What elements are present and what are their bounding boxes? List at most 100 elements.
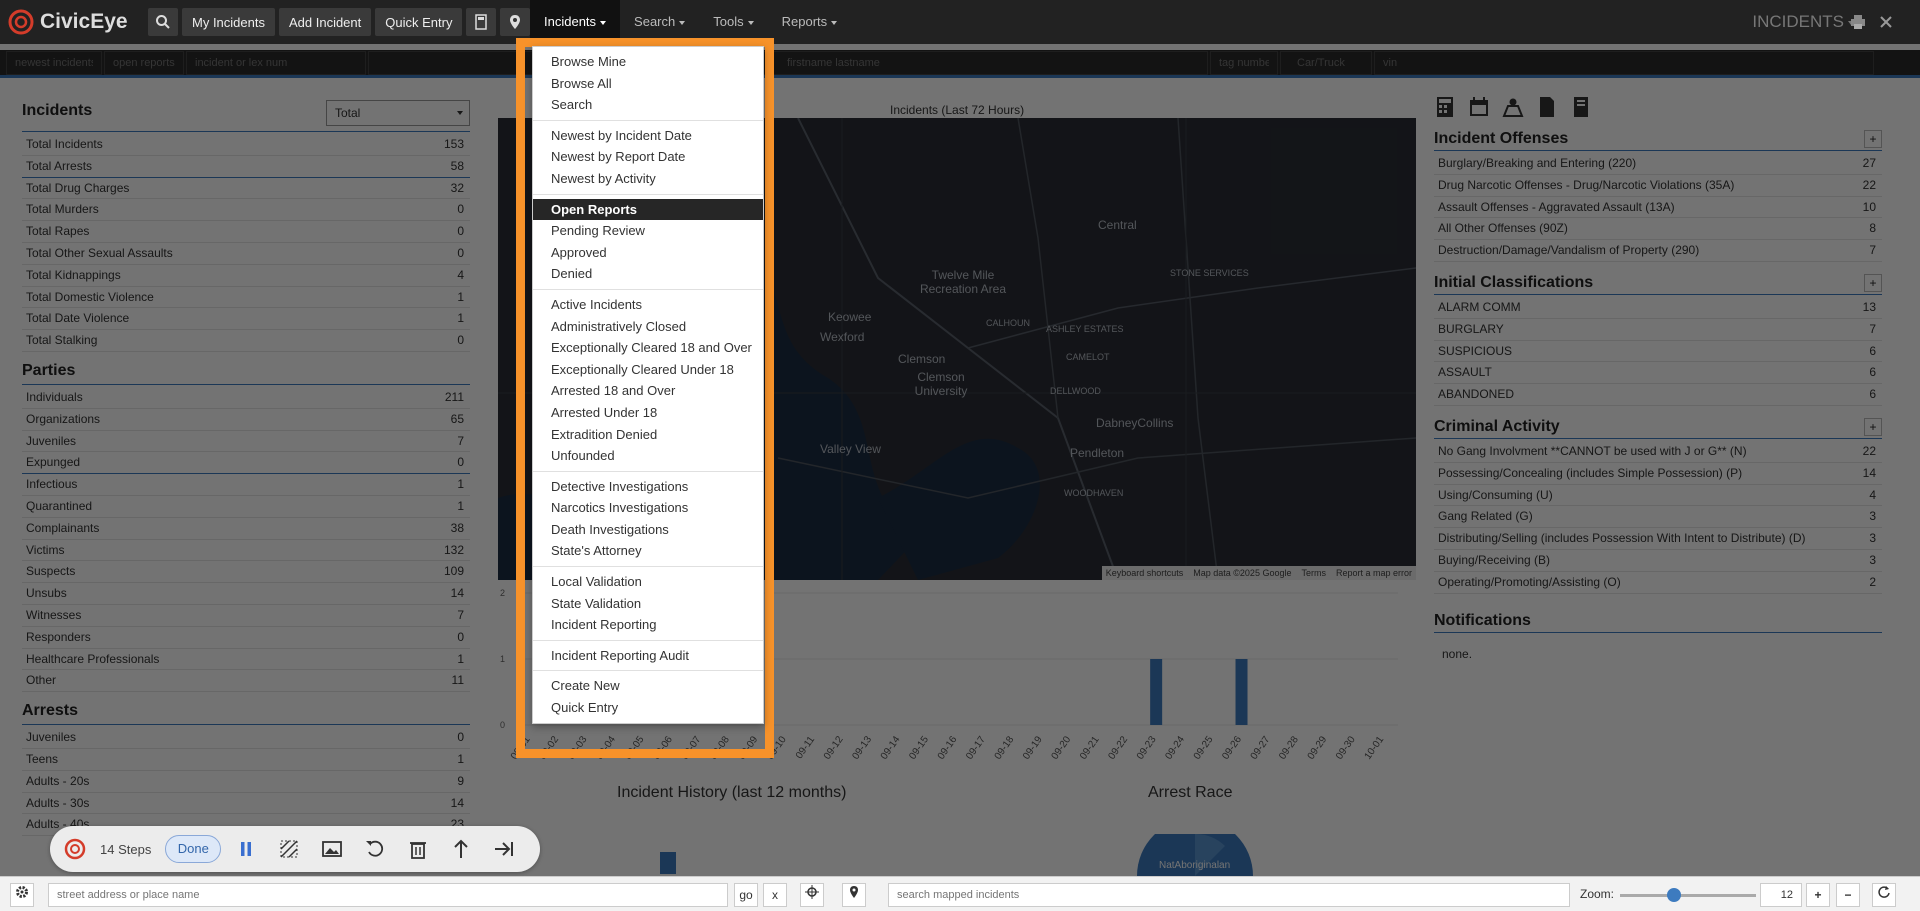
stat-row[interactable]: Teens 1 [22,749,470,771]
vehicle-type-input[interactable] [1280,50,1372,75]
stat-row[interactable]: Adults - 30s 14 [22,793,470,815]
stat-row[interactable]: Individuals 211 [22,387,470,409]
blur-icon[interactable] [278,838,300,860]
stat-row[interactable]: Complainants 38 [22,518,470,540]
stat-row[interactable]: Victims 132 [22,540,470,562]
calculator-icon[interactable] [1434,96,1456,118]
stat-row[interactable]: Organizations 65 [22,409,470,431]
menu-reports[interactable]: Reports [768,0,852,44]
book-icon[interactable] [1570,96,1592,118]
stat-row[interactable]: Operating/Promoting/Assisting (O) 2 [1434,572,1882,594]
marker-button[interactable] [842,883,866,907]
stat-row[interactable]: Other 11 [22,670,470,693]
stat-row[interactable]: Total Domestic Violence 1 [22,287,470,309]
menu-item-newest-by-report-date[interactable]: Newest by Report Date [533,146,763,168]
search-icon-button[interactable] [148,8,178,36]
stat-row[interactable]: Gang Related (G) 3 [1434,506,1882,529]
menu-item-approved[interactable]: Approved [533,242,763,264]
locate-button[interactable] [800,883,824,907]
stat-row[interactable]: Total Date Violence 1 [22,308,470,331]
brand[interactable]: CivicEye [0,9,148,35]
trash-icon[interactable] [407,838,429,860]
stat-row[interactable]: Unsubs 14 [22,583,470,605]
refresh-button[interactable] [1872,883,1896,907]
stat-row[interactable]: Healthcare Professionals 1 [22,649,470,671]
map-marker-button[interactable] [500,8,531,36]
done-button[interactable]: Done [165,835,222,863]
terms-link[interactable]: Terms [1301,566,1326,580]
settings-button[interactable] [10,883,34,907]
menu-item-incident-reporting-audit[interactable]: Incident Reporting Audit [533,645,763,667]
stat-row[interactable]: Total Rapes 0 [22,221,470,243]
add-incident-button[interactable]: Add Incident [278,8,372,36]
vin-input[interactable] [1374,50,1874,75]
menu-search[interactable]: Search [620,0,699,44]
quick-entry-button[interactable]: Quick Entry [375,8,463,36]
menu-item-incident-reporting[interactable]: Incident Reporting [533,614,763,636]
stat-row[interactable]: Responders 0 [22,627,470,649]
zoom-slider[interactable] [1620,888,1756,902]
stat-row[interactable]: Suspects 109 [22,561,470,584]
menu-item-exceptionally-cleared-18-and-over[interactable]: Exceptionally Cleared 18 and Over [533,337,763,359]
stat-row[interactable]: Infectious 1 [22,474,470,496]
newest-incidents-input[interactable] [6,50,102,75]
menu-item-administratively-closed[interactable]: Administratively Closed [533,316,763,338]
menu-item-exceptionally-cleared-under-18[interactable]: Exceptionally Cleared Under 18 [533,359,763,381]
menu-item-extradition-denied[interactable]: Extradition Denied [533,424,763,446]
pause-icon[interactable] [235,838,257,860]
menu-item-newest-by-incident-date[interactable]: Newest by Incident Date [533,125,763,147]
stat-row[interactable]: Total Stalking 0 [22,330,470,352]
stat-row[interactable]: Total Murders 0 [22,199,470,222]
stat-row[interactable]: Quarantined 1 [22,496,470,518]
menu-item-death-investigations[interactable]: Death Investigations [533,519,763,541]
menu-item-newest-by-activity[interactable]: Newest by Activity [533,168,763,190]
expand-classifications-button[interactable]: + [1864,273,1882,292]
stat-row[interactable]: Expunged 0 [22,452,470,475]
undo-icon[interactable] [364,838,386,860]
stat-row[interactable]: Assault Offenses - Aggravated Assault (1… [1434,197,1882,219]
stat-row[interactable]: ASSAULT 6 [1434,362,1882,385]
menu-item-unfounded[interactable]: Unfounded [533,445,763,467]
stat-row[interactable]: Distributing/Selling (includes Possessio… [1434,528,1882,550]
stat-row[interactable]: No Gang Involvment **CANNOT be used with… [1434,441,1882,463]
menu-item-open-reports[interactable]: Open Reports [533,198,763,221]
stat-row[interactable]: Destruction/Damage/Vandalism of Property… [1434,240,1882,262]
stat-row[interactable]: BURGLARY 7 [1434,319,1882,341]
menu-item-state-s-attorney[interactable]: State's Attorney [533,540,763,562]
open-reports-input[interactable] [104,50,184,75]
stat-row[interactable]: Total Other Sexual Assaults 0 [22,243,470,265]
stat-row[interactable]: Burglary/Breaking and Entering (220) 27 [1434,153,1882,175]
calendar-icon[interactable] [1468,96,1490,118]
stat-row[interactable]: Using/Consuming (U) 4 [1434,485,1882,507]
menu-incidents[interactable]: Incidents [530,0,621,44]
menu-item-detective-investigations[interactable]: Detective Investigations [533,476,763,498]
stat-row[interactable]: Buying/Receiving (B) 3 [1434,550,1882,572]
tag-number-input[interactable] [1210,50,1278,75]
report-map-error-link[interactable]: Report a map error [1336,566,1412,580]
menu-item-pending-review[interactable]: Pending Review [533,220,763,242]
menu-item-browse-all[interactable]: Browse All [533,73,763,95]
my-incidents-button[interactable]: My Incidents [182,8,275,36]
stat-row[interactable]: Witnesses 7 [22,605,470,627]
page-title[interactable]: INCIDENTS [1752,0,1854,44]
stat-row[interactable]: Total Incidents 153 [22,134,470,156]
name-search-input[interactable] [368,50,1208,75]
calculator-button[interactable] [466,8,497,36]
menu-item-active-incidents[interactable]: Active Incidents [533,294,763,316]
menu-item-arrested-under-18[interactable]: Arrested Under 18 [533,402,763,424]
clear-button[interactable]: x [763,883,787,907]
stat-row[interactable]: Total Arrests 58 [22,156,470,178]
stat-row[interactable]: All Other Offenses (90Z) 8 [1434,218,1882,241]
menu-tools[interactable]: Tools [699,0,767,44]
arrow-up-icon[interactable] [450,838,472,860]
zoom-value[interactable]: 12 [1760,883,1802,907]
menu-item-state-validation[interactable]: State Validation [533,593,763,615]
print-icon[interactable] [1850,14,1866,30]
menu-item-arrested-18-and-over[interactable]: Arrested 18 and Over [533,380,763,402]
incident-type-select[interactable]: Total [326,100,470,126]
stat-row[interactable]: Adults - 20s 9 [22,771,470,793]
stat-row[interactable]: Juveniles 0 [22,727,470,749]
menu-item-narcotics-investigations[interactable]: Narcotics Investigations [533,497,763,519]
incident-number-input[interactable] [186,50,366,75]
stat-row[interactable]: SUSPICIOUS 6 [1434,341,1882,363]
